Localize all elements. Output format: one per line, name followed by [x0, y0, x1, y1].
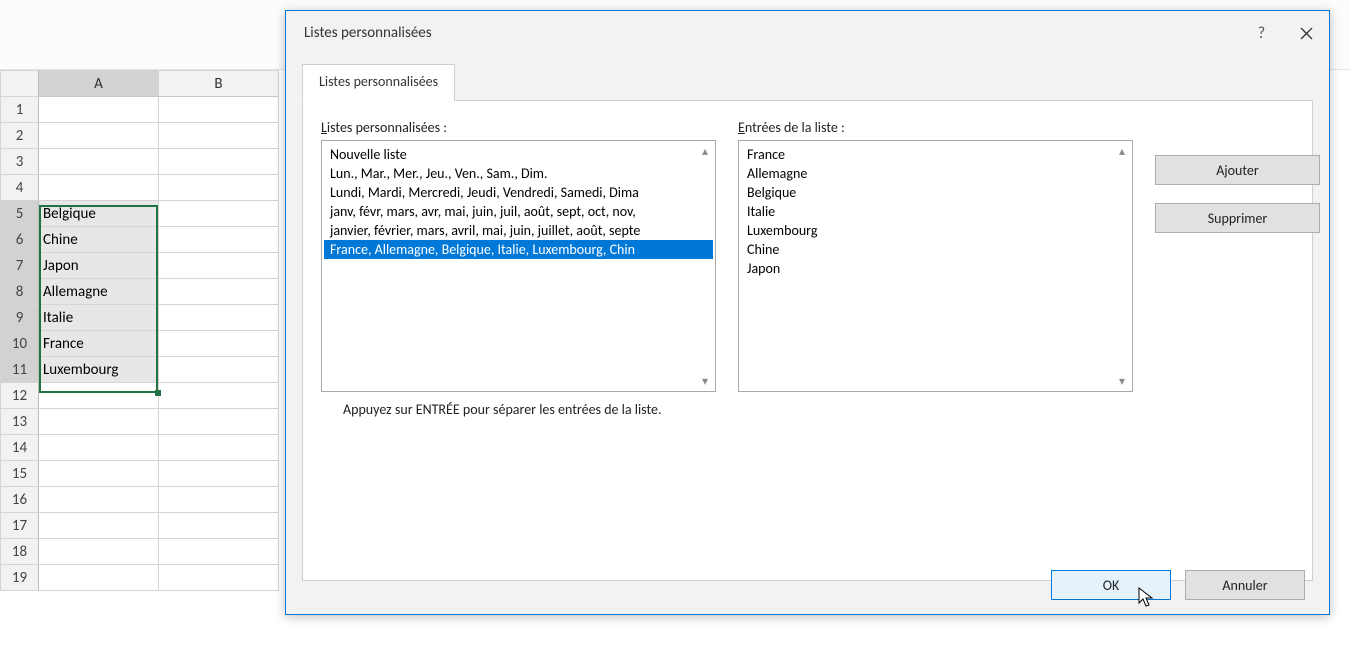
custom-lists-dialog: Listes personnalisées ? Listes personnal… [285, 10, 1330, 615]
cell-B16[interactable] [159, 487, 279, 513]
cell-B5[interactable] [159, 201, 279, 227]
cell-A14[interactable] [39, 435, 159, 461]
row-header-18[interactable]: 18 [1, 539, 39, 565]
col-header-B[interactable]: B [159, 71, 279, 97]
row-header-11[interactable]: 11 [1, 357, 39, 383]
row-header-17[interactable]: 17 [1, 513, 39, 539]
row-header-1[interactable]: 1 [1, 97, 39, 123]
cell-B10[interactable] [159, 331, 279, 357]
custom-list-item[interactable]: Lun., Mar., Mer., Jeu., Ven., Sam., Dim. [324, 164, 713, 183]
row-header-4[interactable]: 4 [1, 175, 39, 201]
dialog-titlebar: Listes personnalisées ? [286, 11, 1329, 55]
custom-lists-listbox[interactable]: Nouvelle listeLun., Mar., Mer., Jeu., Ve… [321, 140, 716, 392]
cell-A7[interactable]: Japon [39, 253, 159, 279]
custom-lists-label: Listes personnalisées : [321, 119, 716, 136]
ok-button[interactable]: OK [1051, 570, 1171, 600]
row-header-9[interactable]: 9 [1, 305, 39, 331]
row-header-6[interactable]: 6 [1, 227, 39, 253]
list-entries-box[interactable]: FranceAllemagneBelgiqueItalieLuxembourgC… [738, 140, 1133, 392]
cell-A9[interactable]: Italie [39, 305, 159, 331]
cell-B7[interactable] [159, 253, 279, 279]
cell-A15[interactable] [39, 461, 159, 487]
custom-list-item[interactable]: janv, févr, mars, avr, mai, juin, juil, … [324, 202, 713, 221]
cell-B11[interactable] [159, 357, 279, 383]
row-header-8[interactable]: 8 [1, 279, 39, 305]
close-button[interactable] [1284, 11, 1329, 55]
scroll-down-icon[interactable]: ▾ [696, 372, 714, 390]
custom-list-item[interactable]: France, Allemagne, Belgique, Italie, Lux… [324, 240, 713, 259]
cell-A17[interactable] [39, 513, 159, 539]
scroll-up-icon[interactable]: ▴ [1113, 142, 1131, 160]
cell-A19[interactable] [39, 565, 159, 591]
dialog-panel: Listes personnalisées : Nouvelle listeLu… [302, 101, 1313, 581]
cell-A11[interactable]: Luxembourg [39, 357, 159, 383]
corner-cell[interactable] [1, 71, 39, 97]
tabstrip: Listes personnalisées [302, 63, 1313, 101]
dialog-title: Listes personnalisées [304, 24, 432, 42]
dialog-footer: OK Annuler [1051, 570, 1305, 600]
list-entry-item[interactable]: Belgique [741, 183, 1130, 202]
row-header-7[interactable]: 7 [1, 253, 39, 279]
row-header-16[interactable]: 16 [1, 487, 39, 513]
cell-A8[interactable]: Allemagne [39, 279, 159, 305]
cell-B12[interactable] [159, 383, 279, 409]
cell-B14[interactable] [159, 435, 279, 461]
cell-B18[interactable] [159, 539, 279, 565]
close-icon [1300, 27, 1313, 40]
cell-A16[interactable] [39, 487, 159, 513]
list-entry-item[interactable]: Luxembourg [741, 221, 1130, 240]
list-entry-item[interactable]: France [741, 145, 1130, 164]
cell-A5[interactable]: Belgique [39, 201, 159, 227]
row-header-3[interactable]: 3 [1, 149, 39, 175]
cell-A6[interactable]: Chine [39, 227, 159, 253]
row-header-14[interactable]: 14 [1, 435, 39, 461]
col-header-A[interactable]: A [39, 71, 159, 97]
cell-B19[interactable] [159, 565, 279, 591]
row-header-12[interactable]: 12 [1, 383, 39, 409]
list-entries-label: Entrées de la liste : [738, 119, 1133, 136]
help-button[interactable]: ? [1239, 11, 1284, 55]
cell-B8[interactable] [159, 279, 279, 305]
row-header-10[interactable]: 10 [1, 331, 39, 357]
list-entry-item[interactable]: Allemagne [741, 164, 1130, 183]
cancel-button[interactable]: Annuler [1185, 570, 1305, 600]
tab-custom-lists[interactable]: Listes personnalisées [302, 64, 455, 101]
cell-B15[interactable] [159, 461, 279, 487]
cell-B3[interactable] [159, 149, 279, 175]
cell-A13[interactable] [39, 409, 159, 435]
cell-B13[interactable] [159, 409, 279, 435]
cell-A1[interactable] [39, 97, 159, 123]
scroll-down-icon[interactable]: ▾ [1113, 372, 1131, 390]
list-entry-item[interactable]: Italie [741, 202, 1130, 221]
cell-B6[interactable] [159, 227, 279, 253]
cell-B2[interactable] [159, 123, 279, 149]
cell-B1[interactable] [159, 97, 279, 123]
cell-A12[interactable] [39, 383, 159, 409]
cell-A4[interactable] [39, 175, 159, 201]
scroll-up-icon[interactable]: ▴ [696, 142, 714, 160]
row-header-15[interactable]: 15 [1, 461, 39, 487]
remove-button[interactable]: Supprimer [1155, 203, 1320, 233]
cell-B4[interactable] [159, 175, 279, 201]
scrollbar[interactable]: ▴ ▾ [696, 142, 714, 390]
row-header-2[interactable]: 2 [1, 123, 39, 149]
hint-text: Appuyez sur ENTRÉE pour séparer les entr… [343, 401, 662, 418]
list-entry-item[interactable]: Japon [741, 259, 1130, 278]
row-header-13[interactable]: 13 [1, 409, 39, 435]
cell-B9[interactable] [159, 305, 279, 331]
cell-B17[interactable] [159, 513, 279, 539]
cell-A10[interactable]: France [39, 331, 159, 357]
scrollbar[interactable]: ▴ ▾ [1113, 142, 1131, 390]
cell-A2[interactable] [39, 123, 159, 149]
custom-list-item[interactable]: Nouvelle liste [324, 145, 713, 164]
cell-A18[interactable] [39, 539, 159, 565]
list-entry-item[interactable]: Chine [741, 240, 1130, 259]
custom-list-item[interactable]: janvier, février, mars, avril, mai, juin… [324, 221, 713, 240]
add-button[interactable]: Ajouter [1155, 155, 1320, 185]
row-header-5[interactable]: 5 [1, 201, 39, 227]
custom-list-item[interactable]: Lundi, Mardi, Mercredi, Jeudi, Vendredi,… [324, 183, 713, 202]
cell-A3[interactable] [39, 149, 159, 175]
row-header-19[interactable]: 19 [1, 565, 39, 591]
